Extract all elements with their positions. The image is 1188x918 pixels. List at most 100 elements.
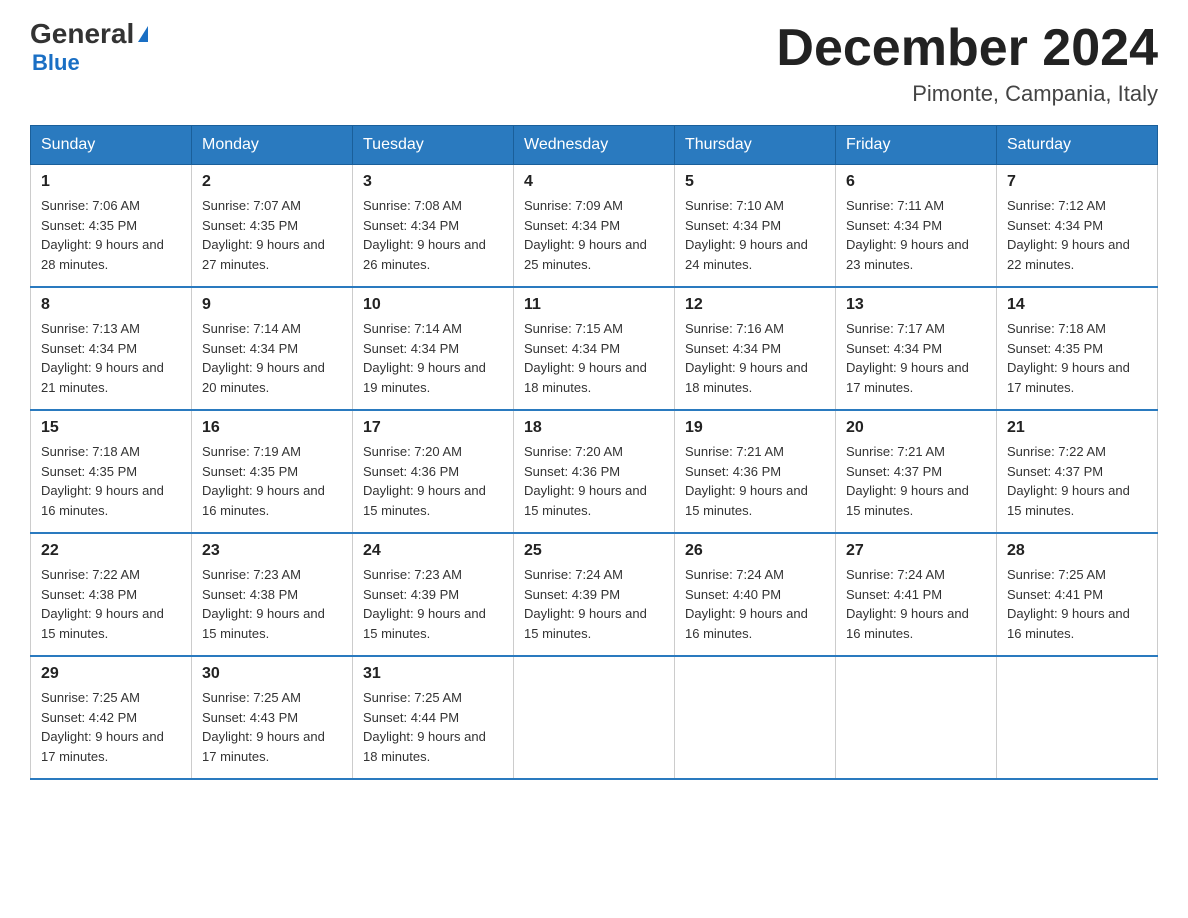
- day-number: 28: [1007, 542, 1147, 560]
- calendar-day-cell: 2Sunrise: 7:07 AMSunset: 4:35 PMDaylight…: [192, 165, 353, 288]
- header-wednesday: Wednesday: [514, 126, 675, 165]
- day-info: Sunrise: 7:09 AMSunset: 4:34 PMDaylight:…: [524, 196, 664, 274]
- calendar-day-cell: 15 Sunrise: 7:18 AMSunset: 4:35 PMDayligh…: [31, 410, 192, 533]
- calendar-day-cell: 26 Sunrise: 7:24 AMSunset: 4:40 PMDayligh…: [675, 533, 836, 656]
- day-info: Sunrise: 7:24 AMSunset: 4:40 PMDaylight:…: [685, 565, 825, 643]
- logo-text: General: [30, 20, 148, 48]
- calendar-day-cell: 31 Sunrise: 7:25 AMSunset: 4:44 PMDayligh…: [353, 656, 514, 779]
- calendar-title: December 2024: [776, 20, 1158, 77]
- day-info: Sunrise: 7:22 AMSunset: 4:37 PMDaylight:…: [1007, 442, 1147, 520]
- calendar-day-cell: 4 Sunrise: 7:09 AMSunset: 4:34 PMDaylight…: [514, 165, 675, 288]
- day-info: Sunrise: 7:23 AMSunset: 4:39 PMDaylight:…: [363, 565, 503, 643]
- calendar-day-cell: 18Sunrise: 7:20 AMSunset: 4:36 PMDayligh…: [514, 410, 675, 533]
- calendar-day-cell: [514, 656, 675, 779]
- day-number: 26: [685, 542, 825, 560]
- day-info: Sunrise: 7:06 AMSunset: 4:35 PMDaylight:…: [41, 196, 181, 274]
- calendar-location: Pimonte, Campania, Italy: [776, 81, 1158, 107]
- header-tuesday: Tuesday: [353, 126, 514, 165]
- header-friday: Friday: [836, 126, 997, 165]
- calendar-day-cell: 16 Sunrise: 7:19 AMSunset: 4:35 PMDayligh…: [192, 410, 353, 533]
- day-number: 19: [685, 419, 825, 437]
- day-info: Sunrise: 7:14 AMSunset: 4:34 PMDaylight:…: [363, 319, 503, 397]
- day-info: Sunrise: 7:25 AMSunset: 4:44 PMDaylight:…: [363, 688, 503, 766]
- calendar-day-cell: 30Sunrise: 7:25 AMSunset: 4:43 PMDayligh…: [192, 656, 353, 779]
- day-info: Sunrise: 7:17 AMSunset: 4:34 PMDaylight:…: [846, 319, 986, 397]
- header-sunday: Sunday: [31, 126, 192, 165]
- day-number: 23: [202, 542, 342, 560]
- calendar-week-row: 29 Sunrise: 7:25 AMSunset: 4:42 PMDayligh…: [31, 656, 1158, 779]
- logo-general: General: [30, 20, 134, 48]
- calendar-day-cell: 14 Sunrise: 7:18 AMSunset: 4:35 PMDayligh…: [997, 287, 1158, 410]
- calendar-day-cell: 27Sunrise: 7:24 AMSunset: 4:41 PMDayligh…: [836, 533, 997, 656]
- day-number: 6: [846, 173, 986, 191]
- day-number: 11: [524, 296, 664, 314]
- day-info: Sunrise: 7:20 AMSunset: 4:36 PMDaylight:…: [363, 442, 503, 520]
- day-info: Sunrise: 7:16 AMSunset: 4:34 PMDaylight:…: [685, 319, 825, 397]
- day-info: Sunrise: 7:18 AMSunset: 4:35 PMDaylight:…: [41, 442, 181, 520]
- calendar-day-cell: 13 Sunrise: 7:17 AMSunset: 4:34 PMDayligh…: [836, 287, 997, 410]
- calendar-week-row: 1 Sunrise: 7:06 AMSunset: 4:35 PMDaylight…: [31, 165, 1158, 288]
- title-area: December 2024 Pimonte, Campania, Italy: [776, 20, 1158, 107]
- calendar-day-cell: [997, 656, 1158, 779]
- calendar-day-cell: 25Sunrise: 7:24 AMSunset: 4:39 PMDayligh…: [514, 533, 675, 656]
- day-info: Sunrise: 7:14 AMSunset: 4:34 PMDaylight:…: [202, 319, 342, 397]
- calendar-day-cell: 17 Sunrise: 7:20 AMSunset: 4:36 PMDayligh…: [353, 410, 514, 533]
- calendar-day-cell: 5 Sunrise: 7:10 AMSunset: 4:34 PMDaylight…: [675, 165, 836, 288]
- calendar-day-cell: 8Sunrise: 7:13 AMSunset: 4:34 PMDaylight…: [31, 287, 192, 410]
- day-info: Sunrise: 7:25 AMSunset: 4:42 PMDaylight:…: [41, 688, 181, 766]
- day-number: 22: [41, 542, 181, 560]
- header-saturday: Saturday: [997, 126, 1158, 165]
- day-number: 31: [363, 665, 503, 683]
- logo-triangle-icon: [138, 26, 148, 42]
- calendar-day-cell: [675, 656, 836, 779]
- calendar-day-cell: 22 Sunrise: 7:22 AMSunset: 4:38 PMDayligh…: [31, 533, 192, 656]
- day-number: 15: [41, 419, 181, 437]
- day-number: 12: [685, 296, 825, 314]
- calendar-day-cell: 12 Sunrise: 7:16 AMSunset: 4:34 PMDayligh…: [675, 287, 836, 410]
- day-number: 24: [363, 542, 503, 560]
- day-number: 4: [524, 173, 664, 191]
- day-number: 2: [202, 173, 342, 191]
- day-info: Sunrise: 7:19 AMSunset: 4:35 PMDaylight:…: [202, 442, 342, 520]
- logo-blue: Blue: [32, 50, 80, 76]
- calendar-day-cell: 1 Sunrise: 7:06 AMSunset: 4:35 PMDaylight…: [31, 165, 192, 288]
- day-info: Sunrise: 7:08 AMSunset: 4:34 PMDaylight:…: [363, 196, 503, 274]
- calendar-day-cell: 10 Sunrise: 7:14 AMSunset: 4:34 PMDayligh…: [353, 287, 514, 410]
- calendar-day-cell: 21Sunrise: 7:22 AMSunset: 4:37 PMDayligh…: [997, 410, 1158, 533]
- day-number: 13: [846, 296, 986, 314]
- day-number: 16: [202, 419, 342, 437]
- day-number: 14: [1007, 296, 1147, 314]
- day-info: Sunrise: 7:13 AMSunset: 4:34 PMDaylight:…: [41, 319, 181, 397]
- calendar-week-row: 22 Sunrise: 7:22 AMSunset: 4:38 PMDayligh…: [31, 533, 1158, 656]
- day-info: Sunrise: 7:20 AMSunset: 4:36 PMDaylight:…: [524, 442, 664, 520]
- calendar-day-cell: 19Sunrise: 7:21 AMSunset: 4:36 PMDayligh…: [675, 410, 836, 533]
- day-number: 20: [846, 419, 986, 437]
- day-number: 1: [41, 173, 181, 191]
- calendar-day-cell: 24 Sunrise: 7:23 AMSunset: 4:39 PMDayligh…: [353, 533, 514, 656]
- day-number: 17: [363, 419, 503, 437]
- day-info: Sunrise: 7:18 AMSunset: 4:35 PMDaylight:…: [1007, 319, 1147, 397]
- day-info: Sunrise: 7:10 AMSunset: 4:34 PMDaylight:…: [685, 196, 825, 274]
- day-info: Sunrise: 7:25 AMSunset: 4:41 PMDaylight:…: [1007, 565, 1147, 643]
- day-info: Sunrise: 7:24 AMSunset: 4:41 PMDaylight:…: [846, 565, 986, 643]
- calendar-header-row: Sunday Monday Tuesday Wednesday Thursday…: [31, 126, 1158, 165]
- day-number: 5: [685, 173, 825, 191]
- day-info: Sunrise: 7:24 AMSunset: 4:39 PMDaylight:…: [524, 565, 664, 643]
- day-number: 7: [1007, 173, 1147, 191]
- day-info: Sunrise: 7:21 AMSunset: 4:37 PMDaylight:…: [846, 442, 986, 520]
- calendar-table: Sunday Monday Tuesday Wednesday Thursday…: [30, 125, 1158, 780]
- day-number: 9: [202, 296, 342, 314]
- day-info: Sunrise: 7:11 AMSunset: 4:34 PMDaylight:…: [846, 196, 986, 274]
- header-monday: Monday: [192, 126, 353, 165]
- header-thursday: Thursday: [675, 126, 836, 165]
- logo: General Blue: [30, 20, 148, 76]
- calendar-week-row: 8Sunrise: 7:13 AMSunset: 4:34 PMDaylight…: [31, 287, 1158, 410]
- day-number: 29: [41, 665, 181, 683]
- day-info: Sunrise: 7:12 AMSunset: 4:34 PMDaylight:…: [1007, 196, 1147, 274]
- day-number: 10: [363, 296, 503, 314]
- day-number: 3: [363, 173, 503, 191]
- calendar-day-cell: 29 Sunrise: 7:25 AMSunset: 4:42 PMDayligh…: [31, 656, 192, 779]
- calendar-day-cell: 3 Sunrise: 7:08 AMSunset: 4:34 PMDaylight…: [353, 165, 514, 288]
- day-number: 30: [202, 665, 342, 683]
- day-info: Sunrise: 7:22 AMSunset: 4:38 PMDaylight:…: [41, 565, 181, 643]
